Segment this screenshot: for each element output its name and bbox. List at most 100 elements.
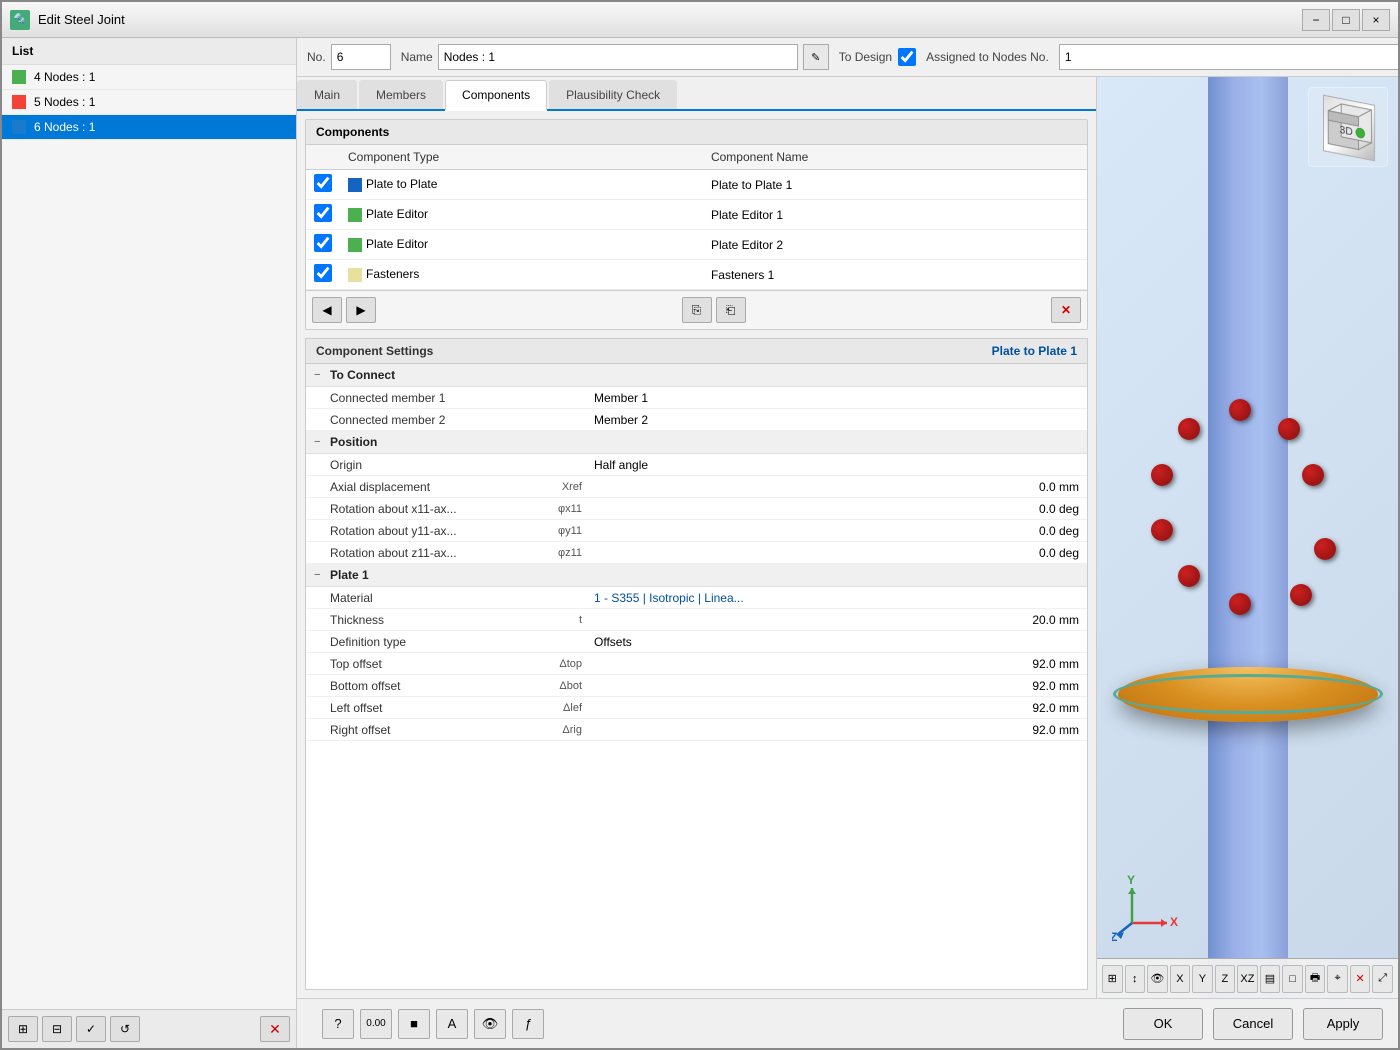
row-value: 20.0 mm	[586, 610, 1087, 630]
cancel-button[interactable]: Cancel	[1213, 1008, 1293, 1040]
setting-row: Rotation about z11-ax... φz11 0.0 deg	[306, 542, 1087, 564]
main-window: 🔩 Edit Steel Joint − □ × List 4 Nodes : …	[0, 0, 1400, 1050]
vp-expand-btn[interactable]: ⤢	[1372, 965, 1393, 993]
row-label: Rotation about y11-ax...	[306, 521, 506, 541]
vp-zview-btn[interactable]: Z	[1215, 965, 1236, 993]
setting-row: Rotation about y11-ax... φy11 0.0 deg	[306, 520, 1087, 542]
cube-navigator[interactable]: 3D	[1308, 87, 1388, 167]
setting-row: Rotation about x11-ax... φx11 0.0 deg	[306, 498, 1087, 520]
row-check[interactable]	[306, 200, 340, 230]
row-param	[506, 639, 586, 645]
visibility-button[interactable]: 👁	[474, 1009, 506, 1039]
maximize-button[interactable]: □	[1332, 9, 1360, 31]
row-value: Member 1	[586, 388, 1087, 408]
vp-angle-btn[interactable]: ⌖	[1327, 965, 1348, 993]
row-param: Δbot	[506, 677, 586, 695]
comp-paste-button[interactable]: ⎗	[716, 297, 746, 323]
help-button[interactable]: ?	[322, 1009, 354, 1039]
reset-button[interactable]: ↺	[110, 1016, 140, 1042]
components-table: Component Type Component Name Plate to P…	[306, 145, 1087, 290]
z-axis-label: Z	[1112, 930, 1117, 943]
tab-bar: Main Members Components Plausibility Che…	[297, 77, 1096, 111]
row-name: Plate to Plate 1	[703, 170, 1087, 200]
settings-title: Component Settings	[316, 344, 433, 358]
close-window-button[interactable]: ×	[1362, 9, 1390, 31]
apply-button[interactable]: Apply	[1303, 1008, 1383, 1040]
vp-print-btn[interactable]: 🖶	[1305, 965, 1326, 993]
vp-layer-btn[interactable]: ▤	[1260, 965, 1281, 993]
row-label: Rotation about z11-ax...	[306, 543, 506, 563]
group-header[interactable]: −To Connect	[306, 364, 1087, 387]
setting-row: Origin Half angle	[306, 454, 1087, 476]
bolt-0	[1151, 464, 1173, 486]
list-item[interactable]: 6 Nodes : 1	[2, 115, 296, 140]
comp-copy-button[interactable]: ⎘	[682, 297, 712, 323]
table-row[interactable]: Plate to Plate Plate to Plate 1	[306, 170, 1087, 200]
assigned-field-group: Assigned to Nodes No. ✕	[926, 44, 1398, 70]
row-param: φy11	[506, 522, 586, 540]
group-label: Position	[330, 435, 377, 449]
ok-button[interactable]: OK	[1123, 1008, 1203, 1040]
vp-eye-btn[interactable]: 👁	[1147, 965, 1168, 993]
group-header[interactable]: −Position	[306, 431, 1087, 454]
display-button[interactable]: ■	[398, 1009, 430, 1039]
vp-display-btn[interactable]: ⊞	[1102, 965, 1123, 993]
bottom-toolbar: ? 0.00 ■ A 👁 ƒ	[312, 1009, 1113, 1039]
vp-yview-btn[interactable]: Y	[1192, 965, 1213, 993]
tab-main[interactable]: Main	[297, 80, 357, 109]
units-button[interactable]: 0.00	[360, 1009, 392, 1039]
row-value: 92.0 mm	[586, 698, 1087, 718]
row-value: 1 - S355 | Isotropic | Linea...	[586, 588, 1087, 608]
minimize-button[interactable]: −	[1302, 9, 1330, 31]
table-row[interactable]: Plate Editor Plate Editor 2	[306, 230, 1087, 260]
close-list-button[interactable]: ✕	[260, 1016, 290, 1042]
row-value: 92.0 mm	[586, 654, 1087, 674]
function-button[interactable]: ƒ	[512, 1009, 544, 1039]
remove-item-button[interactable]: ⊟	[42, 1016, 72, 1042]
vp-xzview-btn[interactable]: XZ	[1237, 965, 1258, 993]
settings-group: −Plate 1 Material 1 - S355 | Isotropic |…	[306, 564, 1087, 741]
tab-plausibility[interactable]: Plausibility Check	[549, 80, 677, 109]
row-check[interactable]	[306, 260, 340, 290]
row-check[interactable]	[306, 170, 340, 200]
row-label: Axial displacement	[306, 477, 506, 497]
edit-name-button[interactable]: ✎	[803, 44, 829, 70]
add-item-button[interactable]: ⊞	[8, 1016, 38, 1042]
viewport[interactable]: 3D X Y	[1097, 77, 1398, 998]
no-label: No.	[307, 50, 326, 64]
row-type: Fasteners	[340, 260, 703, 290]
group-label: Plate 1	[330, 568, 369, 582]
vp-xview-btn[interactable]: X	[1170, 965, 1191, 993]
vp-move-btn[interactable]: ↕	[1125, 965, 1146, 993]
axis-indicator: X Y Z	[1112, 873, 1182, 943]
name-input[interactable]	[438, 44, 798, 70]
assigned-label: Assigned to Nodes No.	[926, 50, 1049, 64]
list-item[interactable]: 4 Nodes : 1	[2, 65, 296, 90]
to-design-checkbox[interactable]	[898, 48, 916, 66]
setting-row: Connected member 2 Member 2	[306, 409, 1087, 431]
axis-svg: X Y Z	[1112, 873, 1182, 943]
vp-close-btn[interactable]: ✕	[1350, 965, 1371, 993]
left-panel: List 4 Nodes : 15 Nodes : 16 Nodes : 1 ⊞…	[2, 38, 297, 1048]
list-header: List	[2, 38, 296, 65]
annotation-button[interactable]: A	[436, 1009, 468, 1039]
group-header[interactable]: −Plate 1	[306, 564, 1087, 587]
comp-move-right-button[interactable]: ▶	[346, 297, 376, 323]
name-label: Name	[401, 50, 433, 64]
row-check[interactable]	[306, 230, 340, 260]
table-row[interactable]: Fasteners Fasteners 1	[306, 260, 1087, 290]
tab-components[interactable]: Components	[445, 80, 547, 111]
comp-delete-button[interactable]: ✕	[1051, 297, 1081, 323]
comp-move-left-button[interactable]: ◀	[312, 297, 342, 323]
list-item[interactable]: 5 Nodes : 1	[2, 90, 296, 115]
table-row[interactable]: Plate Editor Plate Editor 1	[306, 200, 1087, 230]
assigned-input[interactable]	[1059, 44, 1398, 70]
confirm-button[interactable]: ✓	[76, 1016, 106, 1042]
settings-header: Component Settings Plate to Plate 1	[306, 339, 1087, 364]
tab-members[interactable]: Members	[359, 80, 443, 109]
no-input[interactable]	[331, 44, 391, 70]
row-label: Thickness	[306, 610, 506, 630]
vp-box-btn[interactable]: □	[1282, 965, 1303, 993]
top-bar: No. Name ✎ To Design Assigned to Nodes N…	[297, 38, 1398, 77]
row-label: Right offset	[306, 720, 506, 740]
